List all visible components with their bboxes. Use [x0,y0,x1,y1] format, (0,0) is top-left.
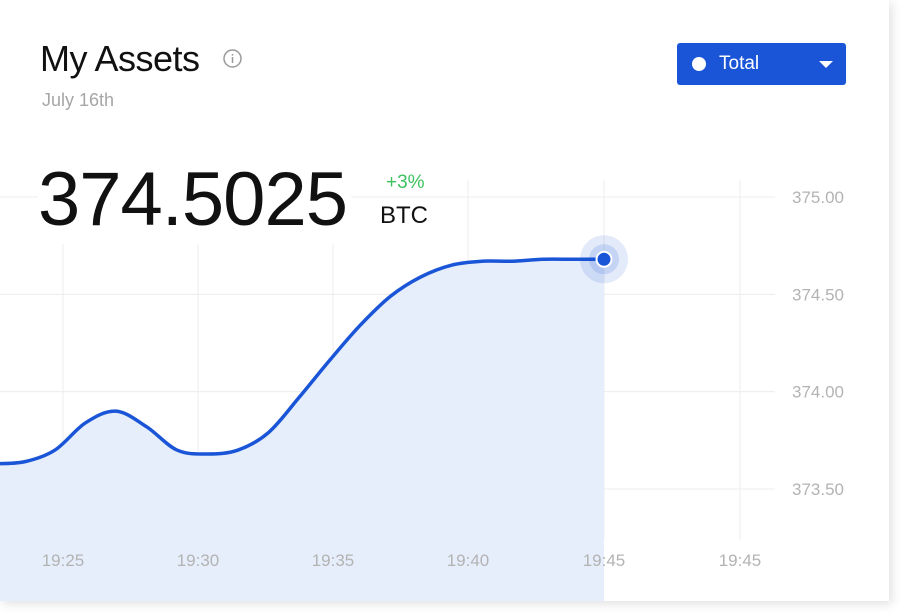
page-title: My Assets [40,38,200,79]
chart-area-fill [0,259,604,601]
y-tick-label: 373.50 [792,480,844,499]
assets-chart: 375.00 374.50 374.00 373.50 19:25 19:30 19:35… [0,180,844,601]
x-tick-label: 19:45 [583,551,626,570]
x-tick-label: 19:40 [447,551,490,570]
y-tick-label: 374.50 [792,285,844,304]
y-axis-ticks: 375.00 374.50 374.00 373.50 [792,188,844,499]
x-tick-label: 19:25 [42,551,85,570]
x-tick-label: 19:30 [177,551,220,570]
marker-dot [597,252,611,266]
series-select-dropdown[interactable]: Total [677,43,846,85]
assets-card: 375.00 374.50 374.00 373.50 19:25 19:30 19:35… [0,0,889,601]
info-circle-icon[interactable] [222,48,243,69]
total-value: 374.5025 [38,156,351,244]
caret-down-icon [819,61,833,68]
series-dot-icon [692,57,706,71]
date-label: July 16th [42,90,115,110]
x-tick-label: 19:45 [719,551,762,570]
series-select-label: Total [719,53,760,74]
y-tick-label: 374.00 [792,383,844,402]
currency-unit: BTC [380,202,428,229]
current-point-marker[interactable] [580,235,628,284]
change-percent: +3% [386,172,425,193]
x-tick-label: 19:35 [312,551,355,570]
y-tick-label: 375.00 [792,188,844,207]
